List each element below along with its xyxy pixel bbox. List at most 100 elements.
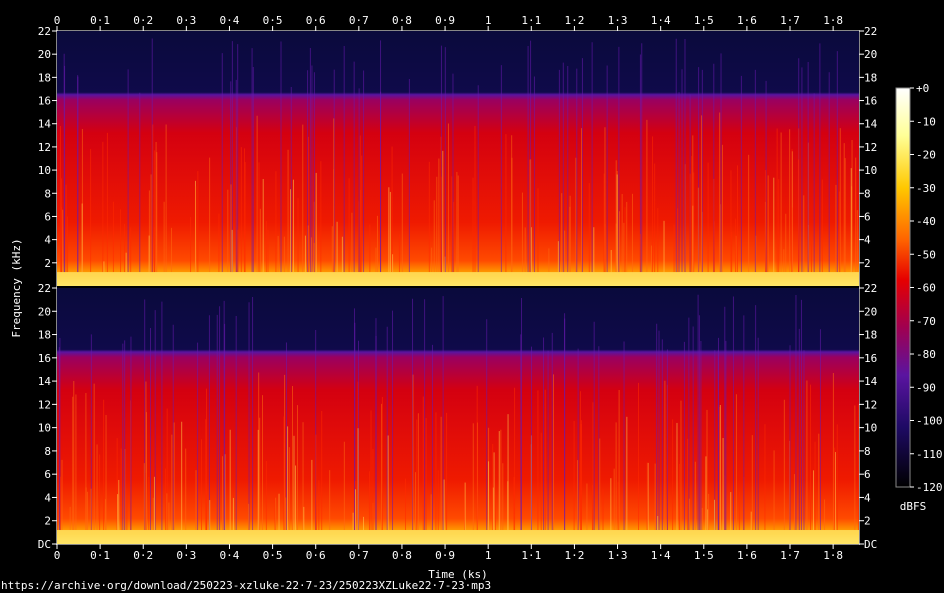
colorbar-gradient bbox=[895, 87, 911, 488]
y-tick-label-left: 18 bbox=[38, 71, 51, 84]
y-tick-label-right: 6 bbox=[864, 210, 871, 223]
x-tick-label-bottom: 0·4 bbox=[220, 549, 240, 562]
colorbar-ticks: +0 -10 -20 -30 -40 -50 -60 -70 -80 -90 -100 -110 -12… bbox=[910, 82, 943, 494]
y-tick-label-left: 2 bbox=[44, 257, 51, 270]
y-tick-label-left: 8 bbox=[44, 187, 51, 200]
y-tick-label-right: 12 bbox=[864, 398, 877, 411]
y-tick-label-left: 22 bbox=[38, 25, 51, 38]
x-tick-label-bottom: 0·5 bbox=[263, 549, 283, 562]
x-tick-label-top: 1·8 bbox=[823, 14, 843, 27]
x-tick-label-bottom: 0·7 bbox=[349, 549, 369, 562]
x-tick-label-top: 0 bbox=[54, 14, 61, 27]
x-tick-label-bottom: 0·9 bbox=[435, 549, 455, 562]
x-tick-label-bottom: 1·6 bbox=[737, 549, 757, 562]
y-tick-label-left: 20 bbox=[38, 48, 51, 61]
y-tick-label-right: 20 bbox=[864, 48, 877, 61]
colorbar-tick-label: -50 bbox=[916, 248, 936, 261]
x-tick-label-top: 1·1 bbox=[521, 14, 541, 27]
x-tick-label-top: 0·3 bbox=[176, 14, 196, 27]
y-tick-label-right: 16 bbox=[864, 95, 877, 108]
y-tick-label-right: 4 bbox=[864, 234, 871, 247]
channel-bottom-background bbox=[57, 288, 859, 544]
y-tick-label-left: 12 bbox=[38, 398, 51, 411]
y-tick-label-left: 16 bbox=[38, 95, 51, 108]
y-tick-label-left: 20 bbox=[38, 305, 51, 318]
x-tick-label-bottom: 1·5 bbox=[694, 549, 714, 562]
x-tick-label-top: 0·9 bbox=[435, 14, 455, 27]
y-tick-label-right: 22 bbox=[864, 282, 877, 295]
y-tick-label-right: 2 bbox=[864, 515, 871, 528]
y-tick-label-left: 14 bbox=[38, 118, 52, 131]
x-tick-label-bottom: 0 bbox=[54, 549, 61, 562]
y-tick-label-right: 16 bbox=[864, 352, 877, 365]
x-tick-label-bottom: 0·1 bbox=[90, 549, 110, 562]
colorbar-tick-label: +0 bbox=[916, 82, 929, 95]
y-tick-label-right: 14 bbox=[864, 118, 878, 131]
colorbar-tick-label: -100 bbox=[916, 415, 943, 428]
y-tick-label-right: 8 bbox=[864, 445, 871, 458]
x-axis-bottom: 0 0·1 0·2 0·3 0·4 0·5 0·6 0·7 0·8 0·9 1 1·1 1·2 1·3 1·… bbox=[54, 544, 843, 562]
y-tick-label-left: 10 bbox=[38, 422, 51, 435]
y-tick-label-right: 10 bbox=[864, 164, 877, 177]
colorbar-tick-label: -10 bbox=[916, 115, 936, 128]
y-tick-label-left: 18 bbox=[38, 329, 51, 342]
x-tick-label-bottom: 1·8 bbox=[823, 549, 843, 562]
y-tick-label-right: 12 bbox=[864, 141, 877, 154]
colorbar-tick-label: -60 bbox=[916, 282, 936, 295]
x-tick-label-top: 0·2 bbox=[133, 14, 153, 27]
x-tick-label-top: 1·4 bbox=[651, 14, 671, 27]
colorbar-tick-label: -120 bbox=[916, 481, 943, 494]
y-tick-label-right: 18 bbox=[864, 71, 877, 84]
colorbar-tick-label: -20 bbox=[916, 149, 936, 162]
x-tick-label-top: 0·8 bbox=[392, 14, 412, 27]
y-tick-label-left: 2 bbox=[44, 515, 51, 528]
y-tick-label-left: 12 bbox=[38, 141, 51, 154]
y-tick-label-left: 22 bbox=[38, 282, 51, 295]
y-tick-label-right: 8 bbox=[864, 187, 871, 200]
x-tick-label-top: 0·4 bbox=[220, 14, 240, 27]
y-tick-label-right: 4 bbox=[864, 491, 871, 504]
y-tick-label-left: DC bbox=[38, 538, 51, 551]
x-tick-label-top: 0·6 bbox=[306, 14, 326, 27]
x-tick-label-top: 0·1 bbox=[90, 14, 110, 27]
x-tick-label-top: 1·3 bbox=[608, 14, 628, 27]
colorbar-tick-label: -80 bbox=[916, 348, 936, 361]
x-tick-label-bottom: 1·2 bbox=[564, 549, 584, 562]
x-tick-label-bottom: 1·1 bbox=[521, 549, 541, 562]
x-tick-label-top: 1·5 bbox=[694, 14, 714, 27]
channel-bottom bbox=[57, 288, 859, 544]
y-tick-label-left: 10 bbox=[38, 164, 51, 177]
x-tick-label-top: 1·7 bbox=[780, 14, 800, 27]
x-tick-label-bottom: 1·4 bbox=[651, 549, 671, 562]
colorbar-tick-label: -70 bbox=[916, 315, 936, 328]
y-tick-label-right: 18 bbox=[864, 329, 877, 342]
y-tick-label-right: DC bbox=[864, 538, 877, 551]
x-tick-label-bottom: 0·3 bbox=[176, 549, 196, 562]
x-tick-label-top: 1·2 bbox=[564, 14, 584, 27]
colorbar-tick-label: -40 bbox=[916, 215, 936, 228]
x-tick-label-bottom: 1·3 bbox=[608, 549, 628, 562]
y-tick-label-right: 22 bbox=[864, 25, 877, 38]
channel-top bbox=[57, 31, 859, 286]
x-tick-label-bottom: 1 bbox=[485, 549, 492, 562]
low-frequency-band bbox=[57, 272, 859, 286]
y-tick-label-right: 2 bbox=[864, 257, 871, 270]
colorbar-tick-label: -30 bbox=[916, 182, 936, 195]
x-tick-label-top: 0·7 bbox=[349, 14, 369, 27]
y-tick-label-right: 14 bbox=[864, 375, 878, 388]
x-tick-label-top: 1·6 bbox=[737, 14, 757, 27]
colorbar-tick-label: -90 bbox=[916, 381, 936, 394]
x-tick-label-bottom: 0·6 bbox=[306, 549, 326, 562]
y-tick-label-right: 20 bbox=[864, 305, 877, 318]
y-axis-label: Frequency (kHz) bbox=[10, 238, 23, 337]
low-frequency-band bbox=[57, 530, 859, 544]
colorbar-tick-label: -110 bbox=[916, 448, 943, 461]
source-url: https://archive·org/download/250223-xzlu… bbox=[1, 579, 491, 592]
x-tick-label-bottom: 0·2 bbox=[133, 549, 153, 562]
y-tick-label-left: 4 bbox=[44, 491, 51, 504]
x-tick-label-top: 1 bbox=[485, 14, 492, 27]
x-axis-top: 0 0·1 0·2 0·3 0·4 0·5 0·6 0·7 0·8 0·9 1 1·1 1·2 1·3 1·… bbox=[54, 14, 843, 31]
y-tick-label-left: 14 bbox=[38, 375, 52, 388]
x-tick-label-bottom: 0·8 bbox=[392, 549, 412, 562]
y-tick-label-left: 8 bbox=[44, 445, 51, 458]
